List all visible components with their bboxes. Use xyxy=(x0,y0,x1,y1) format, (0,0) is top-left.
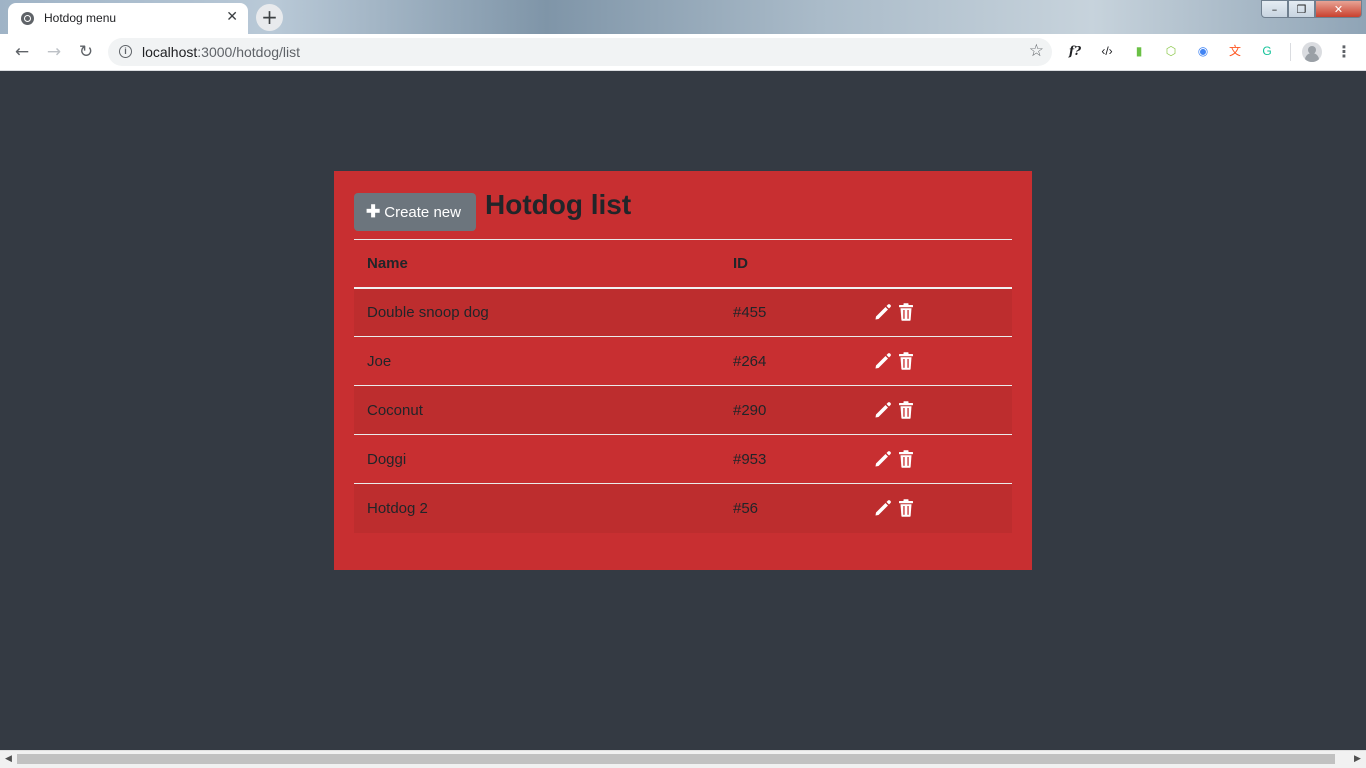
reload-button[interactable]: ↻ xyxy=(74,40,98,64)
back-button[interactable]: ← xyxy=(10,40,34,64)
globe-icon xyxy=(21,12,34,25)
column-header-id: ID xyxy=(720,239,860,289)
window-minimize-button[interactable]: – xyxy=(1261,0,1288,18)
hotdog-name-cell: Coconut xyxy=(354,385,720,435)
column-header-name: Name xyxy=(354,239,720,289)
url-host: localhost xyxy=(142,44,198,60)
edit-pencil-icon[interactable] xyxy=(873,498,893,518)
plus-icon: ✚ xyxy=(366,202,381,221)
table-row: Joe #264 xyxy=(354,336,1012,386)
color-picker-extension-icon[interactable]: ◉ xyxy=(1194,42,1212,60)
hotdog-table: Name ID Double snoop dog #455 Joe #264 Cocon… xyxy=(354,239,1012,533)
edit-pencil-icon[interactable] xyxy=(873,302,893,322)
edit-pencil-icon[interactable] xyxy=(873,449,893,469)
forward-button[interactable]: → xyxy=(42,40,66,64)
delete-trash-icon[interactable] xyxy=(896,400,916,420)
horizontal-scrollbar[interactable]: ◀ ▶ xyxy=(0,750,1366,768)
new-tab-button[interactable]: + xyxy=(256,4,283,31)
formula-extension-icon[interactable]: f? xyxy=(1066,42,1084,60)
browser-menu-icon[interactable]: ⋮ xyxy=(1336,41,1352,63)
hotdog-name-cell: Doggi xyxy=(354,434,720,484)
close-tab-icon[interactable]: ✕ xyxy=(226,9,238,25)
toolbar-divider xyxy=(1290,43,1291,61)
browser-tab[interactable]: Hotdog menu ✕ xyxy=(8,3,248,34)
row-actions xyxy=(860,385,1012,435)
row-actions xyxy=(860,336,1012,386)
delete-trash-icon[interactable] xyxy=(896,498,916,518)
bookmark-star-icon[interactable]: ☆ xyxy=(1029,41,1044,61)
edit-pencil-icon[interactable] xyxy=(873,400,893,420)
delete-trash-icon[interactable] xyxy=(896,449,916,469)
table-row: Coconut #290 xyxy=(354,385,1012,435)
row-actions xyxy=(860,434,1012,484)
column-header-actions xyxy=(860,239,1012,289)
browser-toolbar: ← → ↻ i localhost:3000/hotdog/list ☆ f? ‹… xyxy=(0,34,1366,71)
evernote-extension-icon[interactable]: ▮ xyxy=(1130,42,1148,60)
grammarly-extension-icon[interactable]: G xyxy=(1258,42,1276,60)
scroll-left-arrow-icon[interactable]: ◀ xyxy=(0,751,17,768)
scrollbar-thumb[interactable] xyxy=(17,754,1335,764)
table-header-row: Name ID xyxy=(354,239,1012,289)
scroll-right-arrow-icon[interactable]: ▶ xyxy=(1349,751,1366,768)
table-row: Hotdog 2 #56 xyxy=(354,483,1012,533)
window-close-button[interactable]: ✕ xyxy=(1315,0,1362,18)
page-title: Hotdog list xyxy=(485,189,632,220)
hotdog-name-cell: Joe xyxy=(354,336,720,386)
row-actions xyxy=(860,483,1012,533)
create-new-label: Create new xyxy=(384,204,461,221)
hotdog-card: ✚ Create new Hotdog list Name ID Double s… xyxy=(334,171,1032,570)
hotdog-name-cell: Double snoop dog xyxy=(354,287,720,337)
url-text[interactable]: localhost:3000/hotdog/list xyxy=(142,44,300,60)
tab-title: Hotdog menu xyxy=(44,11,117,25)
url-path: :3000/hotdog/list xyxy=(197,44,301,60)
table-row: Doggi #953 xyxy=(354,434,1012,484)
code-extension-icon[interactable]: ‹/› xyxy=(1098,42,1116,60)
delete-trash-icon[interactable] xyxy=(896,302,916,322)
edit-pencil-icon[interactable] xyxy=(873,351,893,371)
profile-avatar-icon[interactable] xyxy=(1302,42,1322,62)
nodejs-extension-icon[interactable]: ⬡ xyxy=(1162,42,1180,60)
hotdog-id-cell: #953 xyxy=(720,434,860,484)
hotdog-id-cell: #264 xyxy=(720,336,860,386)
row-actions xyxy=(860,287,1012,337)
hotdog-id-cell: #56 xyxy=(720,483,860,533)
delete-trash-icon[interactable] xyxy=(896,351,916,371)
hotdog-name-cell: Hotdog 2 xyxy=(354,483,720,533)
table-row: Double snoop dog #455 xyxy=(354,287,1012,337)
address-bar[interactable]: i localhost:3000/hotdog/list ☆ xyxy=(108,38,1052,66)
window-maximize-button[interactable]: ❐ xyxy=(1288,0,1315,18)
hotdog-id-cell: #455 xyxy=(720,287,860,337)
info-icon[interactable]: i xyxy=(119,45,132,58)
hotdog-id-cell: #290 xyxy=(720,385,860,435)
browser-titlebar: Hotdog menu ✕ + – ❐ ✕ xyxy=(0,0,1366,34)
translate-extension-icon[interactable]: 文 xyxy=(1226,42,1244,60)
create-new-button[interactable]: ✚ Create new xyxy=(354,193,476,231)
